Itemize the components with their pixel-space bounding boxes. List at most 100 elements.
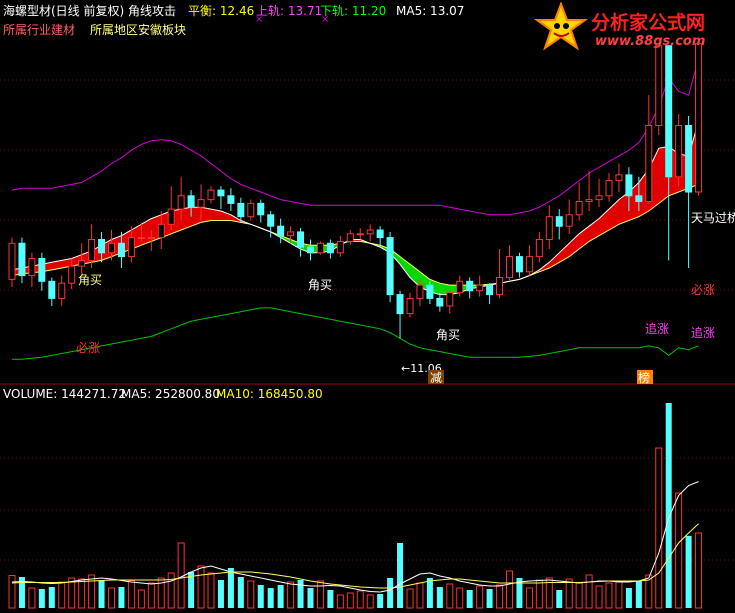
candle-body xyxy=(585,199,593,203)
volume-bar xyxy=(675,492,683,609)
candle-body xyxy=(665,45,673,178)
volume-ma10-value: MA10: 168450.80 xyxy=(216,387,323,401)
candle-body xyxy=(117,242,125,258)
volume-bar xyxy=(118,587,125,608)
volume-bar xyxy=(486,589,493,608)
volume-ma10-line xyxy=(11,523,699,589)
candle-body xyxy=(247,202,255,218)
volume-bar xyxy=(397,543,404,608)
volume-bar xyxy=(585,574,593,609)
candle-body xyxy=(386,237,394,296)
candle-body xyxy=(157,223,165,239)
volume-bar xyxy=(416,582,424,609)
volume-bar xyxy=(58,581,66,609)
candle-body xyxy=(326,242,334,254)
volume-bar xyxy=(38,589,45,608)
balance-value: 平衡: 12.46 xyxy=(188,4,255,18)
volume-bar xyxy=(207,572,215,609)
volume-bar xyxy=(625,588,632,608)
volume-bar xyxy=(88,574,96,609)
logo-name: 分析家公式网 xyxy=(591,12,706,34)
candle-body xyxy=(38,258,46,282)
annotation-bang: 榜 xyxy=(638,370,650,385)
candle-body xyxy=(466,280,474,292)
volume-bar xyxy=(167,572,175,609)
volume-bar xyxy=(476,585,484,609)
candle-body xyxy=(147,237,155,240)
volume-bar xyxy=(287,581,295,609)
annotation-zhuizhang-2: 追涨 xyxy=(691,325,715,340)
volume-bar xyxy=(446,583,454,609)
candle-body xyxy=(68,265,76,284)
candle-body xyxy=(535,239,543,258)
balance-line xyxy=(11,121,699,296)
volume-bar xyxy=(406,588,414,609)
region-label: 所属地区安徽板块 xyxy=(90,23,187,37)
candle-body xyxy=(8,242,16,280)
candle-body xyxy=(476,284,484,292)
annotation-buy-3: 角买 xyxy=(436,328,460,342)
volume-bar xyxy=(336,594,344,609)
volume-bar xyxy=(575,582,583,609)
volume-bar xyxy=(78,578,86,609)
candle-body xyxy=(565,214,573,227)
upper-band-line xyxy=(11,58,699,216)
volume-bar xyxy=(98,580,105,608)
band-fill-segment xyxy=(598,208,610,237)
logo-star-icon xyxy=(533,2,589,51)
volume-bar xyxy=(456,587,464,609)
volume-bar xyxy=(535,579,543,609)
candle-body xyxy=(625,174,633,197)
candle-body xyxy=(376,229,384,239)
candle-body xyxy=(277,225,285,237)
candle-body xyxy=(496,277,504,296)
volume-bar xyxy=(665,403,672,608)
volume-bar xyxy=(635,580,642,608)
candle-body xyxy=(346,233,354,242)
volume-bar xyxy=(356,590,364,609)
volume-bar xyxy=(147,582,155,609)
ma5-value: MA5: 13.07 xyxy=(396,4,465,18)
annotation-buy-1: 角买 xyxy=(78,273,102,287)
candle-body xyxy=(356,233,364,236)
candle-body xyxy=(78,259,86,267)
candle-body xyxy=(127,237,135,258)
stock-chart: 角买 角买 角买 必涨 必涨 追涨 追涨 ←11.06 减 榜 天马过桥 × × xyxy=(0,14,735,609)
candle-body xyxy=(635,195,643,203)
candle-body xyxy=(167,208,175,225)
volume-bar xyxy=(267,588,274,608)
volume-bar xyxy=(257,585,264,608)
candle-body xyxy=(316,242,324,254)
volume-bar xyxy=(615,581,623,609)
candle-body xyxy=(197,199,205,208)
candles xyxy=(8,43,703,339)
candle-body xyxy=(695,43,703,193)
volume-bar xyxy=(565,578,573,609)
candle-body xyxy=(297,231,305,248)
volume-bar xyxy=(277,585,284,608)
volume-bar xyxy=(466,590,473,608)
volume-bar xyxy=(297,580,304,608)
volume-bar xyxy=(525,587,533,609)
annotation-zhuizhang-1: 追涨 xyxy=(645,321,669,336)
candle-body xyxy=(615,174,623,182)
volume-bar xyxy=(127,580,135,609)
candle-body xyxy=(98,239,106,254)
volume-ma5-line xyxy=(11,481,699,593)
annotation-buy-2: 角买 xyxy=(308,278,332,292)
candle-body xyxy=(207,189,215,201)
volume-bar xyxy=(28,587,36,609)
lower-band-line xyxy=(12,307,699,360)
candle-body xyxy=(137,237,145,240)
volume-bar xyxy=(237,577,244,608)
candle-body xyxy=(575,201,583,216)
lower-band-value: 下轨: 11.20 xyxy=(320,4,387,18)
candle-body xyxy=(48,280,56,299)
candle-body xyxy=(406,297,414,315)
candle-body xyxy=(187,195,195,208)
candle-body xyxy=(267,214,275,227)
candle-body xyxy=(227,195,235,204)
volume-bar xyxy=(217,580,224,608)
band-fill-segment xyxy=(141,218,152,246)
annotation-bizhang-1: 必涨 xyxy=(76,340,100,355)
